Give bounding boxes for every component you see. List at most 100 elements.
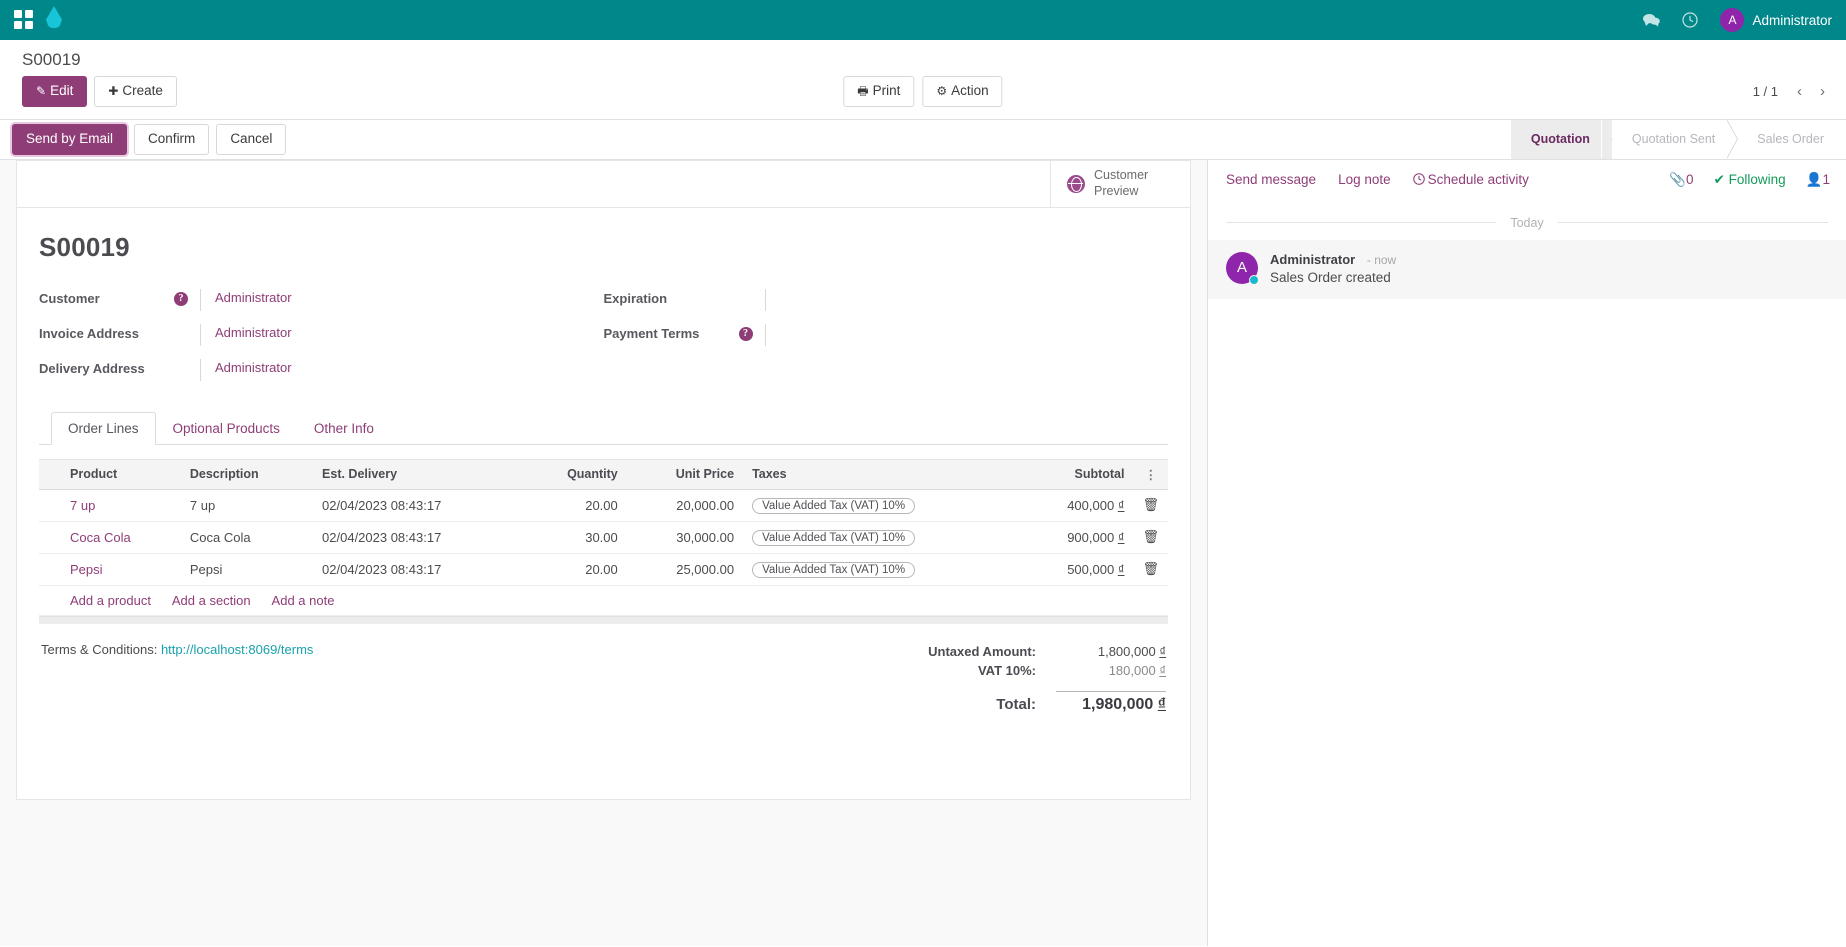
apps-grid-icon[interactable] (14, 10, 34, 30)
customer-preview-button[interactable]: Customer Preview (1050, 161, 1190, 207)
schedule-activity-button[interactable]: Schedule activity (1413, 172, 1529, 187)
row-est-delivery[interactable]: 02/04/2023 08:43:17 (313, 489, 522, 521)
clock-icon[interactable] (1682, 12, 1698, 28)
table-row[interactable]: Pepsi Pepsi 02/04/2023 08:43:17 20.00 25… (39, 553, 1168, 585)
currency-symbol: ₫ (1159, 644, 1166, 659)
trash-icon[interactable]: 🗑 (1142, 497, 1159, 512)
field-expiration-value[interactable] (765, 289, 915, 311)
column-quantity[interactable]: Quantity (522, 459, 627, 489)
add-a-note-link[interactable]: Add a note (272, 593, 335, 608)
gear-icon: ⚙ (936, 84, 947, 98)
order-lines-footer-bar (39, 616, 1168, 624)
row-unit-price[interactable]: 20,000.00 (627, 489, 743, 521)
action-button[interactable]: ⚙Action (922, 76, 1002, 107)
terms-label: Terms & Conditions: (41, 642, 157, 657)
row-product-link[interactable]: Pepsi (70, 562, 103, 577)
chevron-left-icon[interactable]: ‹ (1790, 82, 1809, 101)
row-product[interactable]: Pepsi (61, 553, 181, 585)
following-button[interactable]: ✔ Following (1714, 172, 1786, 188)
vat-row: VAT 10%: 180,000 ₫ (886, 661, 1166, 680)
message-header: Administrator - now (1270, 252, 1396, 267)
create-button-label: Create (122, 83, 163, 98)
row-product-link[interactable]: 7 up (70, 498, 95, 513)
tax-badge: Value Added Tax (VAT) 10% (752, 562, 915, 578)
followers-count[interactable]: 👤1 (1806, 172, 1830, 188)
vat-number: 180,000 (1109, 663, 1156, 678)
messages-icon[interactable] (1643, 13, 1660, 28)
column-subtotal[interactable]: Subtotal (1019, 459, 1134, 489)
stage-quotation-sent-label: Quotation Sent (1632, 132, 1715, 146)
column-description[interactable]: Description (181, 459, 313, 489)
drag-handle-icon[interactable] (39, 553, 61, 585)
stage-sales-order[interactable]: Sales Order (1737, 120, 1846, 159)
column-taxes[interactable]: Taxes (743, 459, 1019, 489)
row-unit-price[interactable]: 25,000.00 (627, 553, 743, 585)
create-button[interactable]: ✚Create (94, 76, 177, 107)
trash-icon[interactable]: 🗑 (1142, 561, 1159, 576)
row-product[interactable]: 7 up (61, 489, 181, 521)
vertical-dots-icon[interactable]: ⋮ (1133, 459, 1168, 489)
row-quantity[interactable]: 20.00 (522, 489, 627, 521)
row-unit-price[interactable]: 30,000.00 (627, 521, 743, 553)
row-delete-cell[interactable]: 🗑 (1133, 553, 1168, 585)
confirm-button[interactable]: Confirm (134, 124, 209, 155)
print-button[interactable]: 🖶Print (843, 76, 914, 107)
field-invoice-address-value[interactable]: Administrator (200, 324, 380, 346)
tab-optional-products[interactable]: Optional Products (156, 412, 297, 445)
trash-icon[interactable]: 🗑 (1142, 529, 1159, 544)
stage-quotation-sent[interactable]: Quotation Sent (1612, 120, 1737, 159)
field-delivery-address-value[interactable]: Administrator (200, 359, 380, 381)
row-quantity[interactable]: 20.00 (522, 553, 627, 585)
add-row: Add a product Add a section Add a note (39, 585, 1168, 615)
message-content: Administrator - now Sales Order created (1270, 252, 1396, 285)
row-delete-cell[interactable]: 🗑 (1133, 521, 1168, 553)
row-taxes[interactable]: Value Added Tax (VAT) 10% (743, 521, 1019, 553)
row-est-delivery[interactable]: 02/04/2023 08:43:17 (313, 521, 522, 553)
untaxed-amount-number: 1,800,000 (1098, 644, 1156, 659)
row-product[interactable]: Coca Cola (61, 521, 181, 553)
drag-handle-icon[interactable] (39, 489, 61, 521)
row-description[interactable]: Pepsi (181, 553, 313, 585)
stage-quotation[interactable]: Quotation (1511, 120, 1612, 159)
order-lines-table: Product Description Est. Delivery Quanti… (39, 459, 1168, 616)
log-note-button[interactable]: Log note (1338, 172, 1391, 187)
chevron-right-icon[interactable]: › (1813, 82, 1832, 101)
breadcrumb: S00019 (0, 40, 1846, 72)
sheet-button-box: Customer Preview (17, 161, 1190, 208)
drag-handle-icon[interactable] (39, 521, 61, 553)
row-taxes[interactable]: Value Added Tax (VAT) 10% (743, 553, 1019, 585)
table-row[interactable]: 7 up 7 up 02/04/2023 08:43:17 20.00 20,0… (39, 489, 1168, 521)
printer-icon: 🖶 (857, 84, 868, 98)
row-quantity[interactable]: 30.00 (522, 521, 627, 553)
column-product[interactable]: Product (61, 459, 181, 489)
tax-badge: Value Added Tax (VAT) 10% (752, 498, 915, 514)
row-description[interactable]: 7 up (181, 489, 313, 521)
row-product-link[interactable]: Coca Cola (70, 530, 131, 545)
field-customer-value[interactable]: Administrator (200, 289, 380, 311)
help-icon[interactable]: ? (739, 327, 753, 341)
add-a-section-link[interactable]: Add a section (172, 593, 251, 608)
send-by-email-button[interactable]: Send by Email (12, 124, 127, 155)
field-payment-terms-value[interactable] (765, 324, 915, 346)
edit-button[interactable]: ✎Edit (22, 76, 87, 107)
row-taxes[interactable]: Value Added Tax (VAT) 10% (743, 489, 1019, 521)
row-description[interactable]: Coca Cola (181, 521, 313, 553)
drag-handle-column (39, 459, 61, 489)
column-unit-price[interactable]: Unit Price (627, 459, 743, 489)
cancel-button[interactable]: Cancel (216, 124, 286, 155)
help-icon[interactable]: ? (174, 292, 188, 306)
row-delete-cell[interactable]: 🗑 (1133, 489, 1168, 521)
table-row[interactable]: Coca Cola Coca Cola 02/04/2023 08:43:17 … (39, 521, 1168, 553)
message-author: Administrator (1270, 252, 1355, 267)
add-a-product-link[interactable]: Add a product (70, 593, 151, 608)
tab-other-info[interactable]: Other Info (297, 412, 391, 445)
terms-link[interactable]: http://localhost:8069/terms (161, 642, 313, 657)
attachment-count[interactable]: 📎0 (1669, 172, 1693, 188)
row-est-delivery[interactable]: 02/04/2023 08:43:17 (313, 553, 522, 585)
send-message-button[interactable]: Send message (1226, 172, 1316, 187)
field-group-left: Customer ? Administrator Invoice Address… (39, 289, 604, 394)
user-menu[interactable]: A Administrator (1720, 8, 1832, 32)
field-expiration-label: Expiration (604, 289, 739, 306)
column-est-delivery[interactable]: Est. Delivery (313, 459, 522, 489)
tab-order-lines[interactable]: Order Lines (51, 412, 156, 445)
